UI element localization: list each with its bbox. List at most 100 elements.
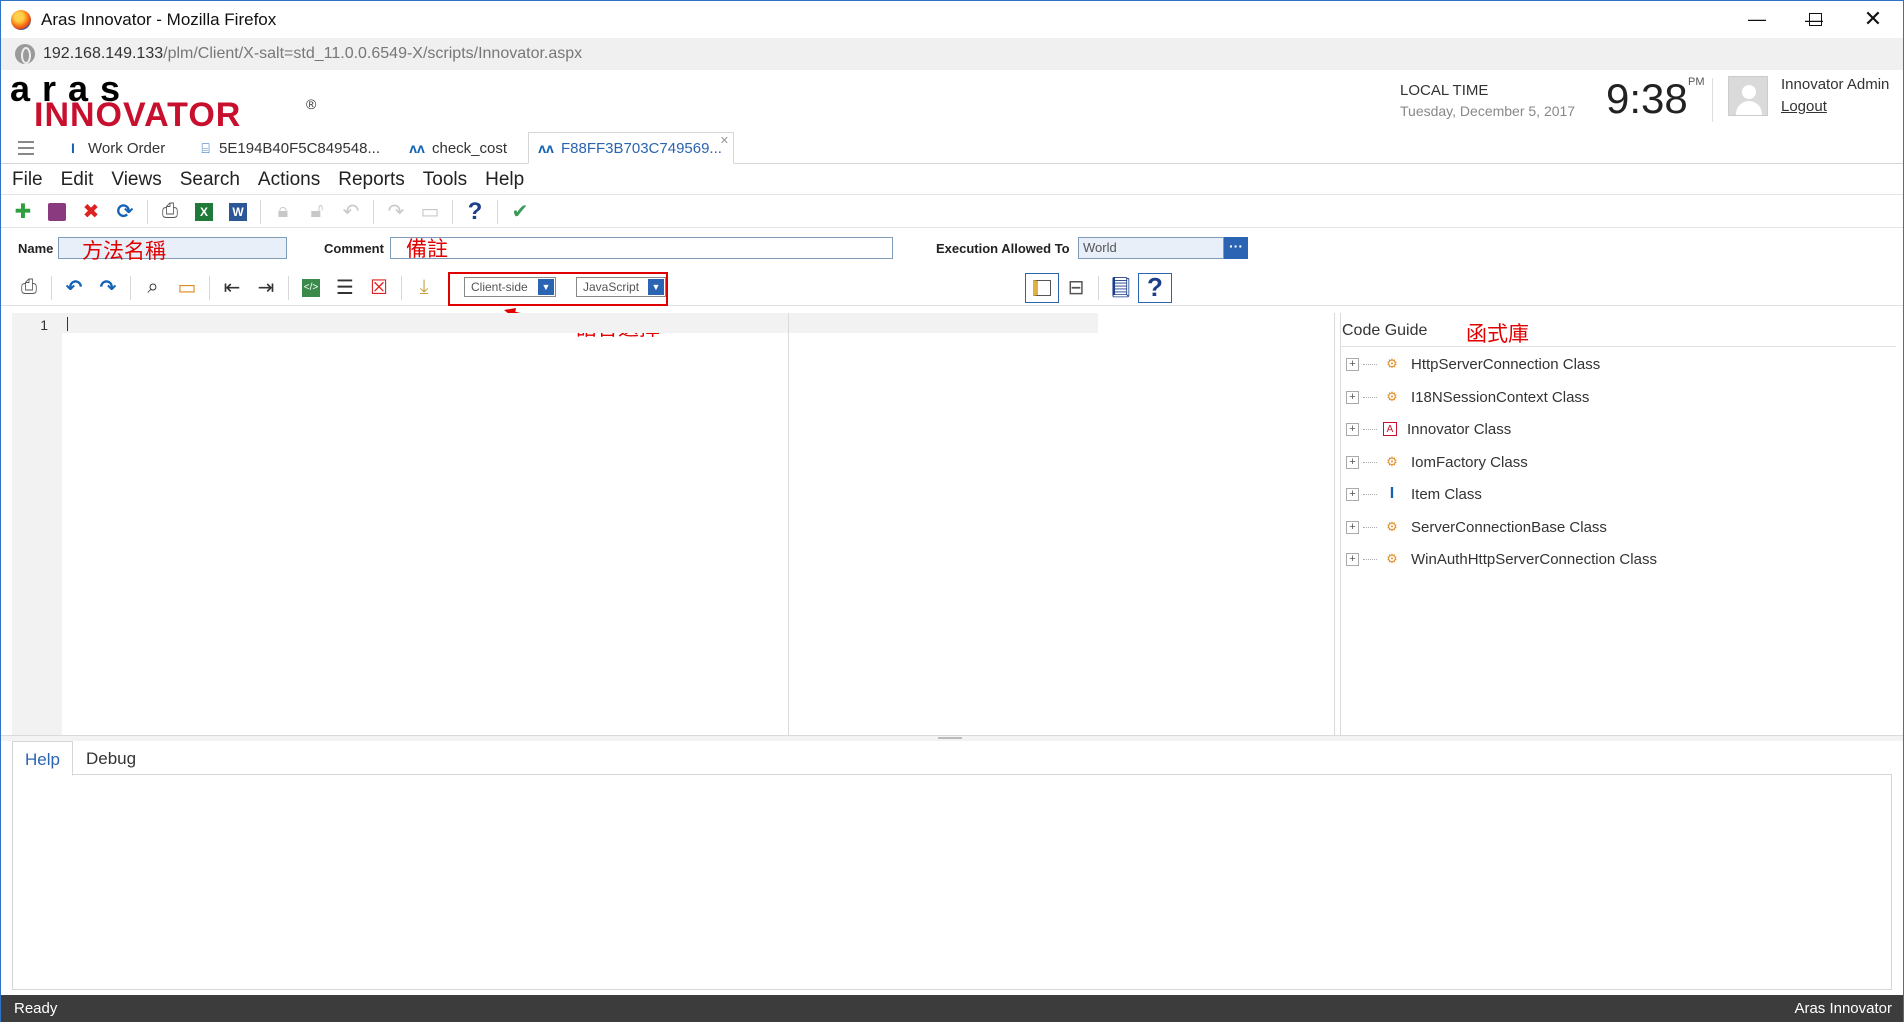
maximize-icon bbox=[1808, 12, 1822, 26]
expand-icon[interactable]: + bbox=[1346, 552, 1359, 566]
clear-icon: ☒ bbox=[370, 277, 388, 299]
paste-button[interactable]: ▭ bbox=[170, 273, 204, 303]
undo-icon: ↶ bbox=[342, 201, 360, 223]
comment-field[interactable] bbox=[390, 237, 893, 259]
save-button[interactable] bbox=[40, 197, 74, 227]
expand-icon[interactable]: + bbox=[1346, 357, 1359, 371]
expand-icon[interactable]: + bbox=[1346, 422, 1359, 436]
tree-item-label: Item Class bbox=[1411, 485, 1482, 503]
method-properties-row: Name 方法名稱 Comment 備註 Execution Allowed T… bbox=[0, 236, 1904, 263]
find-button[interactable]: ⌕ bbox=[136, 273, 170, 303]
tree-item-i18nsessioncontext[interactable]: + ⚙ I18NSessionContext Class bbox=[1346, 386, 1589, 408]
tab-check-cost[interactable]: ᴧᴧ check_cost bbox=[400, 132, 520, 164]
location-select[interactable]: Client-side ▼ bbox=[464, 277, 556, 297]
execution-allowed-field[interactable]: World bbox=[1078, 237, 1224, 259]
toggle-code-guide-button[interactable] bbox=[1025, 272, 1059, 303]
toolbar-separator bbox=[147, 199, 148, 224]
tab-method-f88ff[interactable]: ᴧᴧ F88FF3B703C749569... ✕ bbox=[528, 132, 734, 164]
expand-icon[interactable]: + bbox=[1346, 455, 1359, 469]
tab-method-5e194[interactable]: ⌸ 5E194B40F5C849548... bbox=[190, 132, 380, 164]
editor-toolbar: ⎙ ↶ ↷ ⌕ ▭ ⇤ ⇥ </> ☰ ☒ ⤓ ⊟ 📘︎ ? bbox=[0, 270, 1904, 306]
user-avatar-icon[interactable] bbox=[1728, 76, 1768, 116]
expand-icon[interactable]: + bbox=[1346, 520, 1359, 534]
tab-close-icon[interactable]: ✕ bbox=[720, 134, 729, 147]
menu-edit[interactable]: Edit bbox=[61, 169, 94, 191]
toolbar-separator bbox=[452, 199, 453, 224]
editor-undo-button[interactable]: ↶ bbox=[57, 273, 91, 303]
text-caret bbox=[67, 317, 68, 331]
discard-button[interactable]: ✖ bbox=[74, 197, 108, 227]
editor-print-button[interactable]: ⎙ bbox=[12, 273, 46, 303]
editor-code-guide-splitter[interactable] bbox=[1334, 313, 1335, 735]
editor-help-button[interactable]: ? bbox=[1138, 272, 1172, 303]
undo-button[interactable]: ↶ bbox=[334, 197, 368, 227]
menu-actions[interactable]: Actions bbox=[258, 169, 320, 191]
execution-allowed-picker-button[interactable]: ··· bbox=[1224, 237, 1248, 259]
tree-item-iomfactory[interactable]: + ⚙ IomFactory Class bbox=[1346, 451, 1528, 473]
tab-help[interactable]: Help bbox=[12, 741, 73, 776]
version-button[interactable]: ↷ bbox=[379, 197, 413, 227]
maximize-button[interactable] bbox=[1786, 0, 1844, 38]
address-bar[interactable]: 192.168.149.133/plm/Client/X-salt=std_11… bbox=[0, 38, 1904, 70]
menu-search[interactable]: Search bbox=[180, 169, 240, 191]
tree-item-winauthhttpserverconnection[interactable]: + ⚙ WinAuthHttpServerConnection Class bbox=[1346, 548, 1657, 570]
lock-button[interactable]: 🔒︎ bbox=[266, 197, 300, 227]
print-icon: ⎙ bbox=[21, 276, 37, 298]
clear-button[interactable]: ☒ bbox=[362, 273, 396, 303]
tree-item-item[interactable]: + I Item Class bbox=[1346, 483, 1482, 505]
name-label: Name bbox=[18, 241, 54, 256]
menu-help[interactable]: Help bbox=[485, 169, 524, 191]
editor-redo-button[interactable]: ↷ bbox=[91, 273, 125, 303]
print-button[interactable]: ⎙ bbox=[153, 197, 187, 227]
toolbar-separator bbox=[401, 275, 402, 300]
save-icon bbox=[48, 202, 66, 221]
menu-views[interactable]: Views bbox=[111, 169, 161, 191]
logout-link[interactable]: Logout bbox=[1781, 98, 1827, 115]
name-annotation: 方法名稱 bbox=[82, 240, 166, 263]
export-word-button[interactable]: W bbox=[221, 197, 255, 227]
toolbar-separator bbox=[288, 275, 289, 300]
export-excel-button[interactable]: X bbox=[187, 197, 221, 227]
clock-ampm: PM bbox=[1688, 76, 1705, 88]
close-window-button[interactable]: ✕ bbox=[1844, 0, 1902, 38]
address-url[interactable]: 192.168.149.133/plm/Client/X-salt=std_11… bbox=[43, 45, 582, 63]
help-button[interactable]: ? bbox=[458, 197, 492, 227]
code-editor[interactable] bbox=[62, 313, 1098, 333]
tree-item-innovator[interactable]: + A Innovator Class bbox=[1346, 418, 1511, 440]
code-guide-header: Code Guide 函式庫 bbox=[1340, 313, 1896, 347]
item-tab-strip: I Work Order ⌸ 5E194B40F5C849548... ᴧᴧ c… bbox=[0, 132, 1904, 164]
expand-icon[interactable]: + bbox=[1346, 390, 1359, 404]
insert-code-button[interactable]: </> bbox=[294, 273, 328, 303]
tab-debug[interactable]: Debug bbox=[74, 741, 148, 776]
done-button[interactable]: ✔ bbox=[503, 197, 537, 227]
minimize-button-2[interactable]: — bbox=[1728, 0, 1786, 38]
download-button[interactable]: ⤓ bbox=[407, 273, 441, 303]
logo-registered: ® bbox=[306, 96, 317, 112]
menu-file[interactable]: File bbox=[12, 169, 43, 191]
checkmark-icon: ✔ bbox=[511, 201, 529, 223]
bottom-tab-strip: Help Debug bbox=[12, 741, 1892, 776]
outdent-button[interactable]: ⇤ bbox=[215, 273, 249, 303]
promote-button[interactable]: ▭ bbox=[413, 197, 447, 227]
format-button[interactable]: ☰ bbox=[328, 273, 362, 303]
code-guide-panel: Code Guide 函式庫 + ⚙ HttpServerConnection … bbox=[1340, 313, 1896, 735]
unlock-button[interactable]: 🔓︎ bbox=[300, 197, 334, 227]
status-text: Ready bbox=[14, 1000, 58, 1017]
toggle-split-button[interactable]: ⊟ bbox=[1059, 273, 1093, 303]
excel-icon: X bbox=[195, 202, 213, 221]
new-item-button[interactable]: ✚ bbox=[6, 197, 40, 227]
tab-work-order[interactable]: I Work Order bbox=[56, 132, 176, 164]
indent-button[interactable]: ⇥ bbox=[249, 273, 283, 303]
menu-tools[interactable]: Tools bbox=[423, 169, 467, 191]
panel-icon bbox=[1033, 279, 1051, 296]
tree-item-serverconnectionbase[interactable]: + ⚙ ServerConnectionBase Class bbox=[1346, 516, 1607, 538]
expand-icon[interactable]: + bbox=[1346, 487, 1359, 501]
language-select[interactable]: JavaScript ▼ bbox=[576, 277, 666, 297]
splitter-grip[interactable] bbox=[938, 737, 962, 739]
api-reference-button[interactable]: 📘︎ bbox=[1104, 273, 1138, 303]
menu-reports[interactable]: Reports bbox=[338, 169, 405, 191]
class-icon: ⚙ bbox=[1386, 389, 1398, 404]
tree-item-httpserverconnection[interactable]: + ⚙ HttpServerConnection Class bbox=[1346, 353, 1600, 375]
refresh-button[interactable]: ⟳ bbox=[108, 197, 142, 227]
hamburger-menu-icon[interactable] bbox=[18, 141, 34, 155]
